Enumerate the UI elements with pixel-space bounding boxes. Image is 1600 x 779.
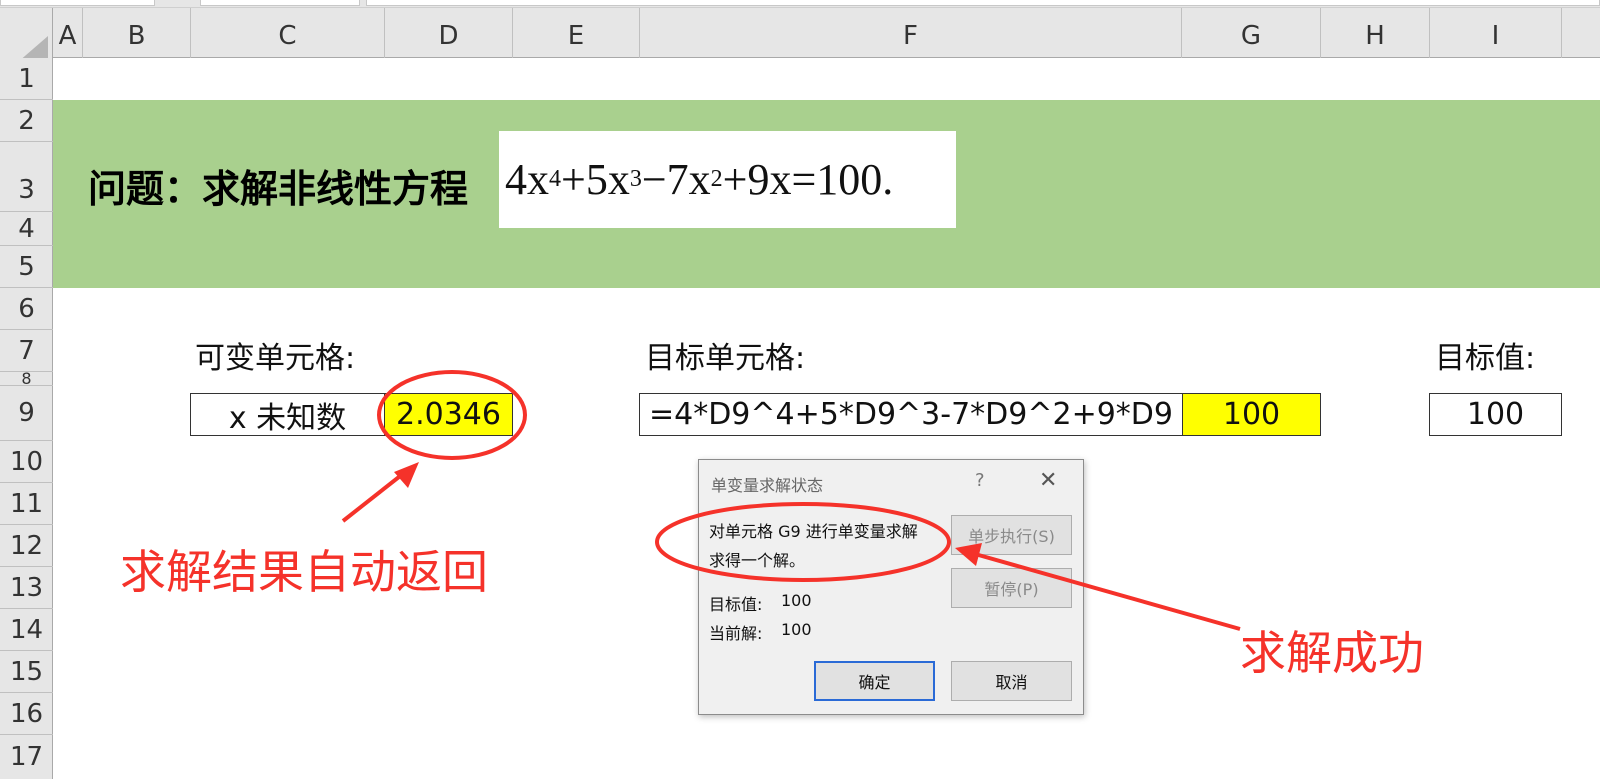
auto-return-annotation: 求解结果自动返回 — [120, 545, 488, 599]
result-highlight-circle — [377, 370, 527, 460]
result-arrow-head — [394, 462, 419, 488]
success-annotation: 求解成功 — [1240, 626, 1424, 680]
success-arrow-shaft — [974, 552, 1241, 631]
message-highlight-circle — [655, 502, 951, 582]
result-arrow-shaft — [341, 471, 406, 523]
spreadsheet: A B C D E F G H I 1 2 3 4 5 6 7 8 9 10 1… — [0, 0, 1600, 779]
success-arrow-head — [955, 543, 982, 566]
